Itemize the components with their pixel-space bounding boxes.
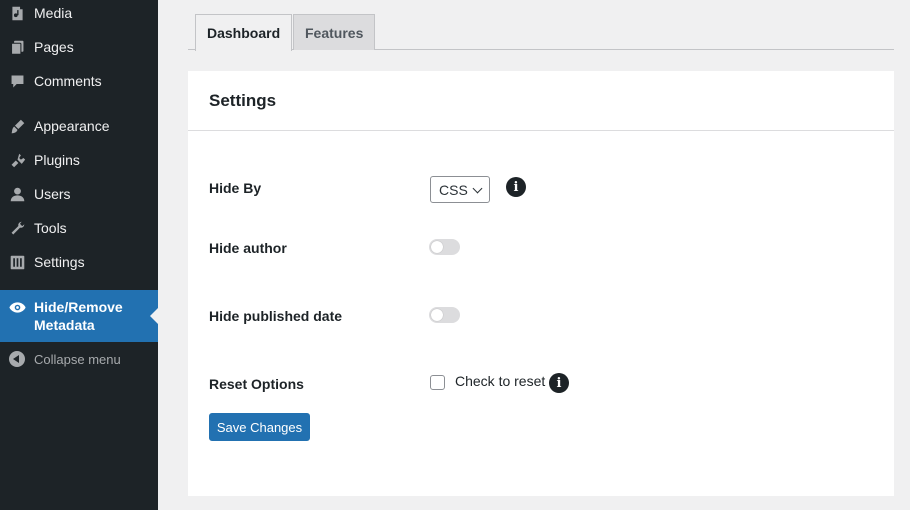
tab-bar: Dashboard Features (188, 14, 894, 51)
sidebar-item-label: Hide/Remove Metadata (34, 299, 123, 333)
sidebar-item-label: Pages (34, 39, 74, 55)
sidebar-item-label: Collapse menu (34, 351, 121, 367)
hide-author-label: Hide author (209, 240, 287, 256)
tab-features[interactable]: Features (293, 14, 376, 50)
media-icon (0, 5, 34, 22)
sidebar-item-label: Media (34, 5, 73, 21)
hide-published-date-label: Hide published date (209, 308, 343, 324)
pages-icon (0, 39, 34, 56)
sidebar-item-tools[interactable]: Tools (0, 215, 158, 241)
sidebar-item-pages[interactable]: Pages (0, 34, 158, 60)
collapse-menu-button[interactable]: Collapse menu (0, 346, 158, 372)
hide-published-date-toggle[interactable] (429, 307, 460, 323)
sidebar-item-hide-remove-metadata[interactable]: Hide/Remove Metadata (0, 290, 158, 342)
sidebar-item-label: Settings (34, 254, 85, 270)
hide-author-toggle[interactable] (429, 239, 460, 255)
tools-icon (0, 220, 34, 237)
admin-sidebar: Media Pages Comments Appearance Plugins … (0, 0, 158, 510)
sidebar-item-plugins[interactable]: Plugins (0, 147, 158, 173)
save-changes-button[interactable]: Save Changes (209, 413, 310, 441)
sidebar-item-label: Plugins (34, 152, 80, 168)
divider (188, 130, 894, 131)
sidebar-item-comments[interactable]: Comments (0, 68, 158, 94)
chevron-down-icon (472, 183, 483, 194)
reset-checkbox[interactable] (430, 375, 445, 390)
sidebar-item-label: Tools (34, 220, 67, 236)
comments-icon (0, 73, 34, 90)
settings-panel: Settings Hide By CSS i Hide author Hide … (188, 71, 894, 496)
toggle-knob (431, 241, 443, 253)
appearance-icon (0, 118, 34, 135)
sidebar-item-appearance[interactable]: Appearance (0, 113, 158, 139)
collapse-icon (0, 351, 34, 367)
sidebar-item-settings[interactable]: Settings (0, 249, 158, 275)
eye-icon (0, 299, 34, 316)
sidebar-item-users[interactable]: Users (0, 181, 158, 207)
users-icon (0, 186, 34, 203)
settings-icon (0, 254, 34, 271)
hide-by-select[interactable]: CSS (430, 176, 490, 203)
hide-by-value: CSS (439, 181, 468, 198)
hide-by-label: Hide By (209, 180, 262, 196)
current-menu-arrow (150, 308, 158, 324)
info-icon[interactable]: i (506, 177, 526, 197)
reset-checkbox-label[interactable]: Check to reset (455, 373, 545, 389)
sidebar-item-label: Users (34, 186, 71, 202)
tab-dashboard[interactable]: Dashboard (195, 14, 293, 51)
reset-options-label: Reset Options (209, 376, 304, 392)
sidebar-item-label: Comments (34, 73, 102, 89)
info-icon[interactable]: i (549, 373, 569, 393)
toggle-knob (431, 309, 443, 321)
sidebar-item-label: Appearance (34, 118, 110, 134)
page-title: Settings (209, 91, 277, 110)
plugins-icon (0, 152, 34, 169)
sidebar-item-media[interactable]: Media (0, 0, 158, 26)
